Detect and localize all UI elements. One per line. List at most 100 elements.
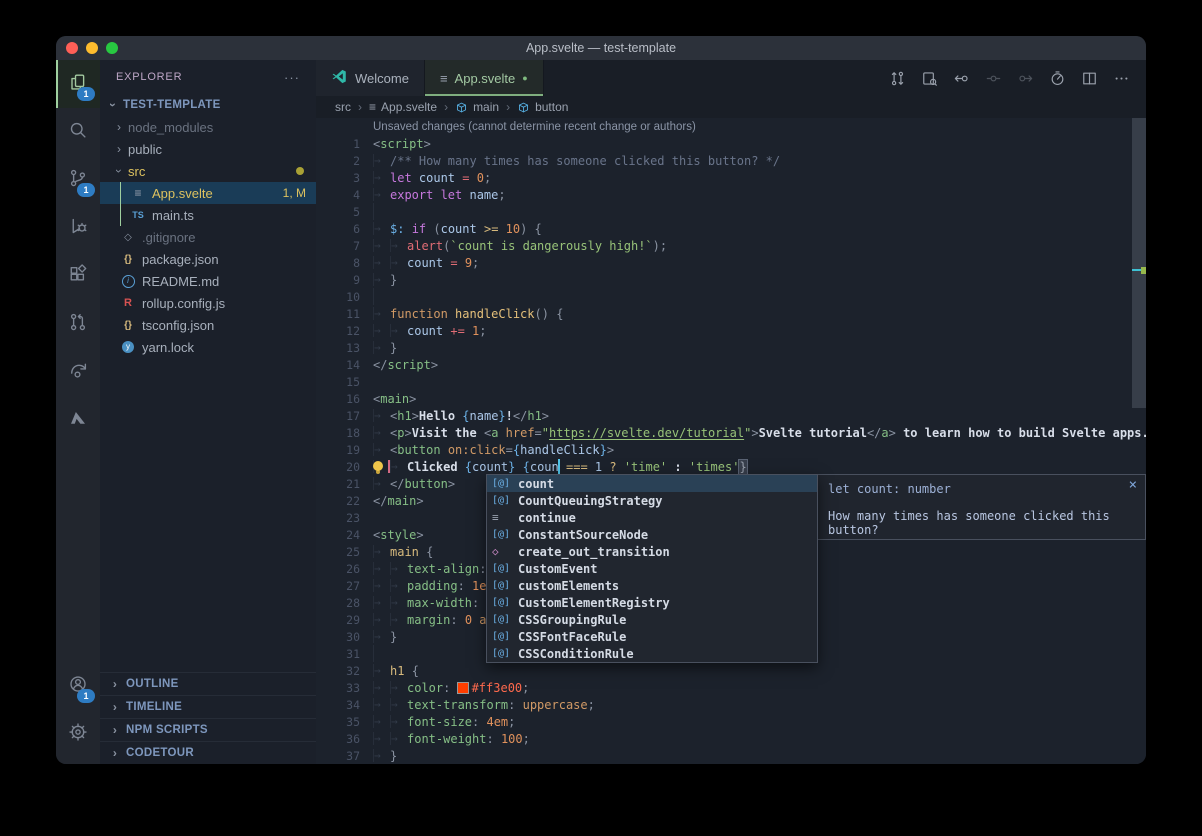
activity-explorer-button[interactable]: 1 — [56, 60, 100, 108]
activity-run-debug-button[interactable] — [56, 204, 100, 252]
code-line-18[interactable]: 18→<p>Visit the <a href="https://svelte.… — [316, 424, 1146, 441]
code-line-11[interactable]: 11→function handleClick() { — [316, 305, 1146, 322]
zoom-window-button[interactable] — [106, 42, 118, 54]
lightbulb-icon[interactable] — [373, 461, 383, 471]
breakpoint-circle-icon[interactable] — [985, 70, 1002, 87]
code-line-34[interactable]: 34→→text-transform: uppercase; — [316, 696, 1146, 713]
suggestion-cssgroupingrule[interactable]: [@]CSSGroupingRule — [487, 611, 817, 628]
code-line-32[interactable]: 32→h1 { — [316, 662, 1146, 679]
section-codetour[interactable]: ›CODETOUR — [100, 741, 316, 764]
code-line-8[interactable]: 8→→count = 9; — [316, 254, 1146, 271]
breadcrumb[interactable]: src›≡App.svelte›main›button — [316, 96, 1146, 118]
activity-live-share-button[interactable] — [56, 348, 100, 396]
code-line-7[interactable]: 7→→alert(`count is dangerously high!`); — [316, 237, 1146, 254]
project-root-row[interactable]: › TEST-TEMPLATE — [100, 94, 316, 116]
code-editor[interactable]: Unsaved changes (cannot determine recent… — [316, 118, 1146, 764]
close-icon[interactable]: × — [1129, 477, 1137, 493]
activity-settings-button[interactable] — [56, 710, 100, 758]
row-body: <script> — [360, 135, 431, 152]
token: `count is dangerously high!` — [450, 239, 652, 253]
suggestion-countqueuingstrategy[interactable]: [@]CountQueuingStrategy — [487, 492, 817, 509]
code-line-16[interactable]: 16<main> — [316, 390, 1146, 407]
code-line-19[interactable]: 19→<button on:click={handleClick}> — [316, 441, 1146, 458]
suggestion-continue[interactable]: ≡continue — [487, 509, 817, 526]
code-line-2[interactable]: 2→/** How many times has someone clicked… — [316, 152, 1146, 169]
sidebar-more-actions-icon[interactable]: ··· — [284, 70, 300, 85]
suggestion-constantsourcenode[interactable]: [@]ConstantSourceNode — [487, 526, 817, 543]
suggestion-cssfontfacerule[interactable]: [@]CSSFontFaceRule — [487, 628, 817, 645]
tree-item-readme-md[interactable]: iREADME.md — [100, 270, 316, 292]
code-line-10[interactable]: 10 — [316, 288, 1146, 305]
code-line-35[interactable]: 35→→font-size: 4em; — [316, 713, 1146, 730]
tree-item-label: main.ts — [152, 208, 194, 223]
code-line-6[interactable]: 6→$: if (count >= 10) { — [316, 220, 1146, 237]
tree-item--gitignore[interactable]: ◇.gitignore — [100, 226, 316, 248]
code-line-37[interactable]: 37→} — [316, 747, 1146, 764]
activity-account-button[interactable]: 1 — [56, 662, 100, 710]
breadcrumb-item-src[interactable]: src — [335, 100, 351, 114]
run-timer-icon[interactable] — [1049, 70, 1066, 87]
tab-app-svelte[interactable]: ≡App.svelte● — [425, 60, 544, 96]
token: main — [380, 392, 409, 406]
breadcrumb-item-main[interactable]: main — [455, 100, 499, 114]
suggestion-create_out_transition[interactable]: ◇create_out_transition — [487, 543, 817, 560]
code-line-20[interactable]: 20→→Clicked {count} {coun === 1 ? 'time'… — [316, 458, 1146, 475]
split-editor-icon[interactable] — [1081, 70, 1098, 87]
suggestion-customelementregistry[interactable]: [@]CustomElementRegistry — [487, 594, 817, 611]
section-npm-scripts[interactable]: ›NPM SCRIPTS — [100, 718, 316, 741]
token: 0 — [477, 171, 484, 185]
code-line-17[interactable]: 17→<h1>Hello {name}!</h1> — [316, 407, 1146, 424]
tree-item-src[interactable]: ›src — [100, 160, 316, 182]
code-line-12[interactable]: 12→→count += 1; — [316, 322, 1146, 339]
code-line-14[interactable]: 14</script> — [316, 356, 1146, 373]
vertical-scrollbar[interactable] — [1132, 118, 1146, 408]
code-line-33[interactable]: 33→→color: #ff3e00; — [316, 679, 1146, 696]
code-line-36[interactable]: 36→→font-weight: 100; — [316, 730, 1146, 747]
more-actions-icon[interactable] — [1113, 70, 1130, 87]
breadcrumb-item-button[interactable]: button — [517, 100, 568, 114]
whitespace-arrow: → — [373, 256, 390, 269]
activity-extensions-button[interactable] — [56, 252, 100, 300]
sidebar-title: EXPLORER — [116, 71, 182, 83]
suggestion-count[interactable]: [@]count — [487, 475, 817, 492]
section-outline[interactable]: ›OUTLINE — [100, 672, 316, 695]
whitespace-arrow: → — [373, 154, 390, 167]
badge-count: 1 — [77, 183, 95, 197]
activity-pull-request-button[interactable] — [56, 300, 100, 348]
tree-item-tsconfig-json[interactable]: {}tsconfig.json — [100, 314, 316, 336]
suggestion-cssconditionrule[interactable]: [@]CSSConditionRule — [487, 645, 817, 662]
tree-item-public[interactable]: ›public — [100, 138, 316, 160]
navigate-forward-icon[interactable] — [1017, 70, 1034, 87]
code-line-15[interactable]: 15 — [316, 373, 1146, 390]
open-preview-icon[interactable] — [921, 70, 938, 87]
token: } — [600, 443, 607, 457]
code-line-9[interactable]: 9→} — [316, 271, 1146, 288]
code-line-4[interactable]: 4→export let name; — [316, 186, 1146, 203]
suggestion-customevent[interactable]: [@]CustomEvent — [487, 560, 817, 577]
suggestion-customelements[interactable]: [@]customElements — [487, 577, 817, 594]
tree-item-app-svelte[interactable]: ≡App.svelte1, M — [100, 182, 316, 204]
activity-search-button[interactable] — [56, 108, 100, 156]
close-window-button[interactable] — [66, 42, 78, 54]
whitespace-arrow: → — [373, 562, 390, 575]
code-line-5[interactable]: 5 — [316, 203, 1146, 220]
breadcrumb-separator: › — [506, 100, 510, 114]
tree-item-package-json[interactable]: {}package.json — [100, 248, 316, 270]
tree-item-yarn-lock[interactable]: yyarn.lock — [100, 336, 316, 358]
tab-welcome[interactable]: Welcome — [316, 60, 425, 96]
navigate-back-icon[interactable] — [953, 70, 970, 87]
tree-item-rollup-config-js[interactable]: Rrollup.config.js — [100, 292, 316, 314]
code-line-3[interactable]: 3→let count = 0; — [316, 169, 1146, 186]
code-line-13[interactable]: 13→} — [316, 339, 1146, 356]
minimize-window-button[interactable] — [86, 42, 98, 54]
compare-changes-icon[interactable] — [889, 70, 906, 87]
section-timeline[interactable]: ›TIMELINE — [100, 695, 316, 718]
activity-azure-button[interactable] — [56, 396, 100, 444]
tree-item-main-ts[interactable]: TSmain.ts — [100, 204, 316, 226]
file-icon-rollup: R — [120, 297, 136, 309]
tree-item-node-modules[interactable]: ›node_modules — [100, 116, 316, 138]
activity-source-control-button[interactable]: 1 — [56, 156, 100, 204]
breadcrumb-item-app-svelte[interactable]: ≡App.svelte — [369, 100, 437, 114]
tree-item-label: node_modules — [128, 120, 213, 135]
code-line-1[interactable]: 1<script> — [316, 135, 1146, 152]
